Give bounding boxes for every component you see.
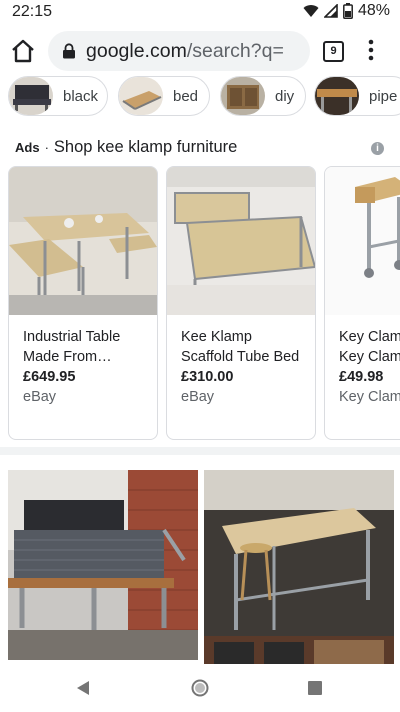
ads-label: Ads xyxy=(15,140,40,155)
refinement-chips: black bed diy pipe xyxy=(0,76,400,118)
wifi-icon xyxy=(303,5,319,18)
product-title: Industrial Table Made From… xyxy=(23,327,151,367)
chip-bed[interactable]: bed xyxy=(118,76,210,116)
battery-icon xyxy=(343,3,353,19)
chip-label: black xyxy=(63,87,99,105)
battery-percent: 48% xyxy=(357,2,390,19)
product-price: £649.95 xyxy=(23,369,76,385)
product-card[interactable]: Key Clamp Key Clamp £49.98 Key Clamp xyxy=(324,166,400,440)
product-seller: eBay xyxy=(23,389,57,405)
ads-title: Shop kee klamp furniture xyxy=(53,138,238,156)
status-bar: 22:15 48% xyxy=(0,0,400,24)
product-image xyxy=(167,167,315,315)
image-results xyxy=(0,470,400,666)
section-divider xyxy=(0,447,400,455)
product-seller: eBay xyxy=(181,389,215,405)
product-card[interactable]: Kee Klamp Scaffold Tube Bed £310.00 eBay xyxy=(166,166,316,440)
ads-separator: · xyxy=(44,140,49,155)
home-icon[interactable] xyxy=(8,36,38,66)
chip-label: bed xyxy=(173,87,199,105)
status-time: 22:15 xyxy=(12,3,53,20)
product-title-line-1: Industrial Table xyxy=(23,329,121,345)
recents-square-icon[interactable] xyxy=(308,681,322,695)
product-image xyxy=(325,167,400,315)
chip-thumbnail xyxy=(315,77,359,115)
product-image xyxy=(9,167,157,315)
chip-label: pipe xyxy=(369,87,398,105)
chip-label: diy xyxy=(275,87,295,105)
url-path: /search?q= xyxy=(186,39,284,62)
product-price: £310.00 xyxy=(181,369,234,385)
url-text: google.com/search?q= xyxy=(86,40,284,63)
browser-toolbar: google.com/search?q= 9 xyxy=(0,24,400,78)
shopping-carousel: Industrial Table Made From… £649.95 eBay … xyxy=(0,166,400,441)
home-circle-icon[interactable] xyxy=(191,679,209,697)
image-result[interactable] xyxy=(204,470,394,666)
product-title-line-2: Scaffold Tube Bed xyxy=(181,349,300,365)
product-title-line-2: Key Clamp xyxy=(339,349,400,365)
chip-pipe[interactable]: pipe xyxy=(314,76,400,116)
url-bar[interactable]: google.com/search?q= xyxy=(48,31,310,71)
product-seller: Key Clamp xyxy=(339,389,400,405)
chip-thumbnail xyxy=(221,77,265,115)
url-host: google.com xyxy=(86,39,187,62)
product-title-line-2: Made From… xyxy=(23,349,112,365)
product-title-line-1: Kee Klamp xyxy=(181,329,252,345)
product-title-line-1: Key Clamp xyxy=(339,329,400,345)
signal-icon xyxy=(323,4,338,18)
ads-header: Ads · Shop kee klamp furniture xyxy=(15,138,237,157)
product-price: £49.98 xyxy=(339,369,384,385)
product-title: Key Clamp Key Clamp xyxy=(339,327,400,367)
info-icon[interactable]: i xyxy=(371,142,384,155)
image-result[interactable] xyxy=(8,470,198,660)
lock-icon xyxy=(63,43,75,59)
product-title: Kee Klamp Scaffold Tube Bed xyxy=(181,327,309,367)
tab-switcher-button[interactable]: 9 xyxy=(323,41,344,62)
system-nav-bar xyxy=(0,664,400,712)
chip-thumbnail xyxy=(119,77,163,115)
more-vert-icon[interactable] xyxy=(366,38,376,62)
chip-black[interactable]: black xyxy=(8,76,108,116)
chip-thumbnail xyxy=(9,77,53,115)
back-triangle-icon[interactable] xyxy=(75,680,91,696)
chip-diy[interactable]: diy xyxy=(220,76,306,116)
product-card[interactable]: Industrial Table Made From… £649.95 eBay xyxy=(8,166,158,440)
status-icons: 48% xyxy=(303,2,390,20)
